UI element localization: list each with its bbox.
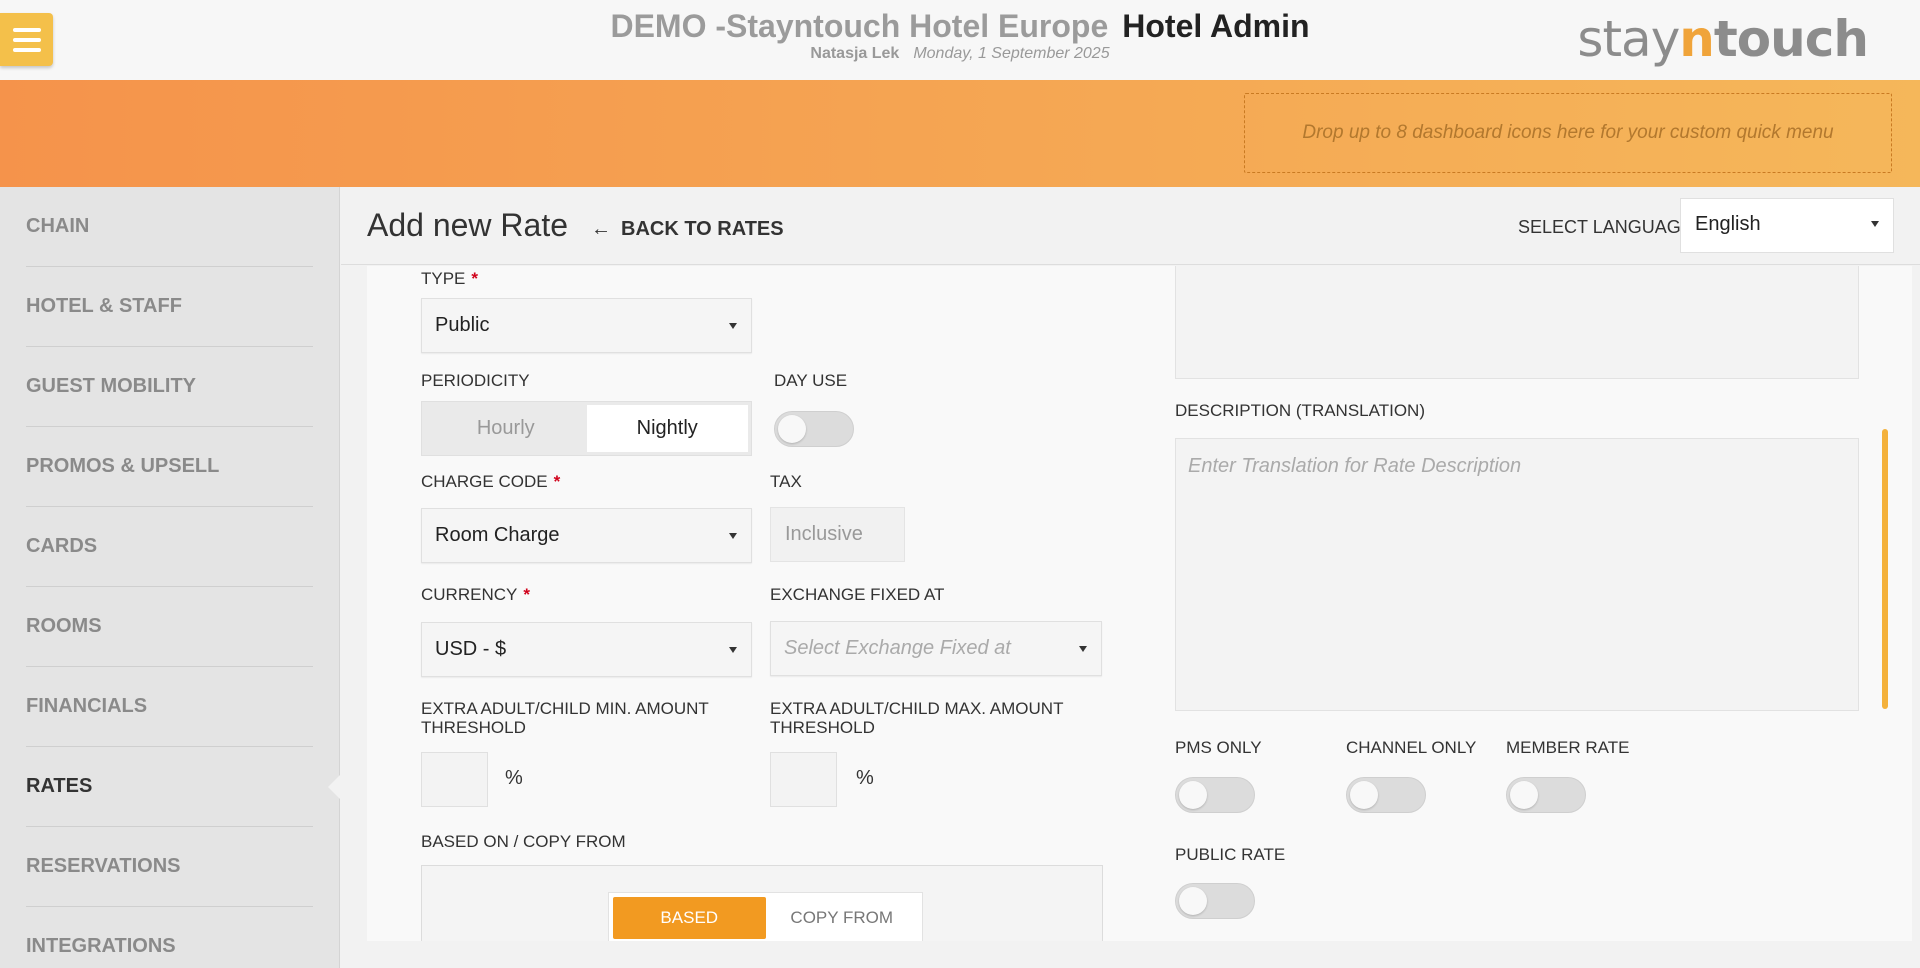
periodicity-toggle: Hourly Nightly [421, 401, 752, 456]
description-translation-label: DESCRIPTION (TRANSLATION) [1175, 401, 1425, 420]
exchange-fixed-label: EXCHANGE FIXED AT [770, 585, 945, 604]
type-label: TYPE * [421, 269, 479, 288]
admin-sidebar: CHAIN HOTEL & STAFF GUEST MOBILITY PROMO… [0, 187, 340, 968]
day-use-toggle[interactable] [774, 411, 854, 447]
tab-based[interactable]: BASED [613, 897, 766, 939]
language-select[interactable]: English [1680, 198, 1894, 253]
caret-down-icon [729, 322, 737, 329]
periodicity-nightly[interactable]: Nightly [586, 405, 748, 452]
sidebar-item-rates[interactable]: RATES [26, 747, 340, 827]
exchange-fixed-select[interactable]: Select Exchange Fixed at [770, 621, 1102, 676]
app-name: Hotel Admin [1122, 8, 1310, 44]
arrow-left-icon: ← [591, 218, 611, 240]
sidebar-item-hotel-staff[interactable]: HOTEL & STAFF [26, 267, 313, 347]
sidebar-item-promos-upsell[interactable]: PROMOS & UPSELL [26, 427, 313, 507]
caret-down-icon [729, 532, 737, 539]
tax-value: Inclusive [770, 507, 905, 562]
sidebar-item-cards[interactable]: CARDS [26, 507, 313, 587]
based-on-box: BASED COPY FROM [421, 865, 1103, 941]
sidebar-item-reservations[interactable]: RESERVATIONS [26, 827, 313, 907]
pms-only-toggle[interactable] [1175, 777, 1255, 813]
charge-code-select[interactable]: Room Charge [421, 508, 752, 563]
sidebar-item-integrations[interactable]: INTEGRATIONS [26, 907, 313, 968]
stayntouch-logo: stayntouch [1577, 10, 1869, 68]
user-name: Natasja Lek [810, 45, 900, 62]
quick-menu-banner: Drop up to 8 dashboard icons here for yo… [0, 80, 1920, 187]
currency-label: CURRENCY * [421, 585, 530, 604]
public-rate-toggle[interactable] [1175, 883, 1255, 919]
max-threshold-label: EXTRA ADULT/CHILD MAX. AMOUNT THRESHOLD [770, 699, 1064, 737]
max-threshold-percent: % [856, 767, 874, 789]
type-select[interactable]: Public [421, 298, 752, 353]
min-threshold-label: EXTRA ADULT/CHILD MIN. AMOUNT THRESHOLD [421, 699, 709, 737]
day-use-label: DAY USE [774, 371, 848, 390]
select-language-label: SELECT LANGUAGE [1518, 217, 1693, 237]
min-threshold-percent: % [505, 767, 523, 789]
top-bar: DEMO -Stayntouch Hotel Europe Hotel Admin… [0, 0, 1920, 80]
pms-only-label: PMS ONLY [1175, 738, 1262, 757]
member-rate-label: MEMBER RATE [1506, 738, 1630, 757]
caret-down-icon [1079, 645, 1087, 652]
back-to-rates-link[interactable]: ← BACK TO RATES [591, 218, 784, 241]
vertical-scrollbar[interactable] [1882, 429, 1888, 709]
sidebar-item-rooms[interactable]: ROOMS [26, 587, 313, 667]
main-content: Add new Rate ← BACK TO RATES SELECT LANGU… [341, 187, 1920, 968]
max-threshold-input[interactable] [770, 752, 837, 807]
description-translation-textarea[interactable]: Enter Translation for Rate Description [1175, 438, 1859, 711]
tab-copy-from[interactable]: COPY FROM [766, 897, 919, 939]
tax-label: TAX [770, 472, 802, 491]
based-copy-tabs: BASED COPY FROM [608, 892, 923, 941]
periodicity-label: PERIODICITY [421, 371, 530, 390]
sidebar-item-financials[interactable]: FINANCIALS [26, 667, 313, 747]
charge-code-label: CHARGE CODE * [421, 472, 561, 491]
hotel-name: DEMO -Stayntouch Hotel Europe [610, 8, 1109, 44]
min-threshold-input[interactable] [421, 752, 488, 807]
caret-down-icon [729, 646, 737, 653]
periodicity-hourly[interactable]: Hourly [425, 405, 587, 452]
member-rate-toggle[interactable] [1506, 777, 1586, 813]
quick-menu-dropzone[interactable]: Drop up to 8 dashboard icons here for yo… [1244, 93, 1892, 173]
currency-select[interactable]: USD - $ [421, 622, 752, 677]
rate-form-panel: TYPE * Public PERIODICITY Hourly Nightly … [367, 266, 1912, 941]
current-date: Monday, 1 September 2025 [913, 45, 1110, 62]
caret-down-icon [1871, 221, 1879, 227]
sidebar-item-guest-mobility[interactable]: GUEST MOBILITY [26, 347, 313, 427]
based-on-label: BASED ON / COPY FROM [421, 832, 626, 851]
page-title: Add new Rate [367, 207, 569, 243]
sidebar-item-chain[interactable]: CHAIN [26, 187, 313, 267]
page-header: Add new Rate ← BACK TO RATES SELECT LANGU… [341, 187, 1920, 265]
description-textarea-top[interactable] [1175, 266, 1859, 379]
public-rate-label: PUBLIC RATE [1175, 845, 1286, 864]
channel-only-label: CHANNEL ONLY [1346, 738, 1477, 757]
channel-only-toggle[interactable] [1346, 777, 1426, 813]
